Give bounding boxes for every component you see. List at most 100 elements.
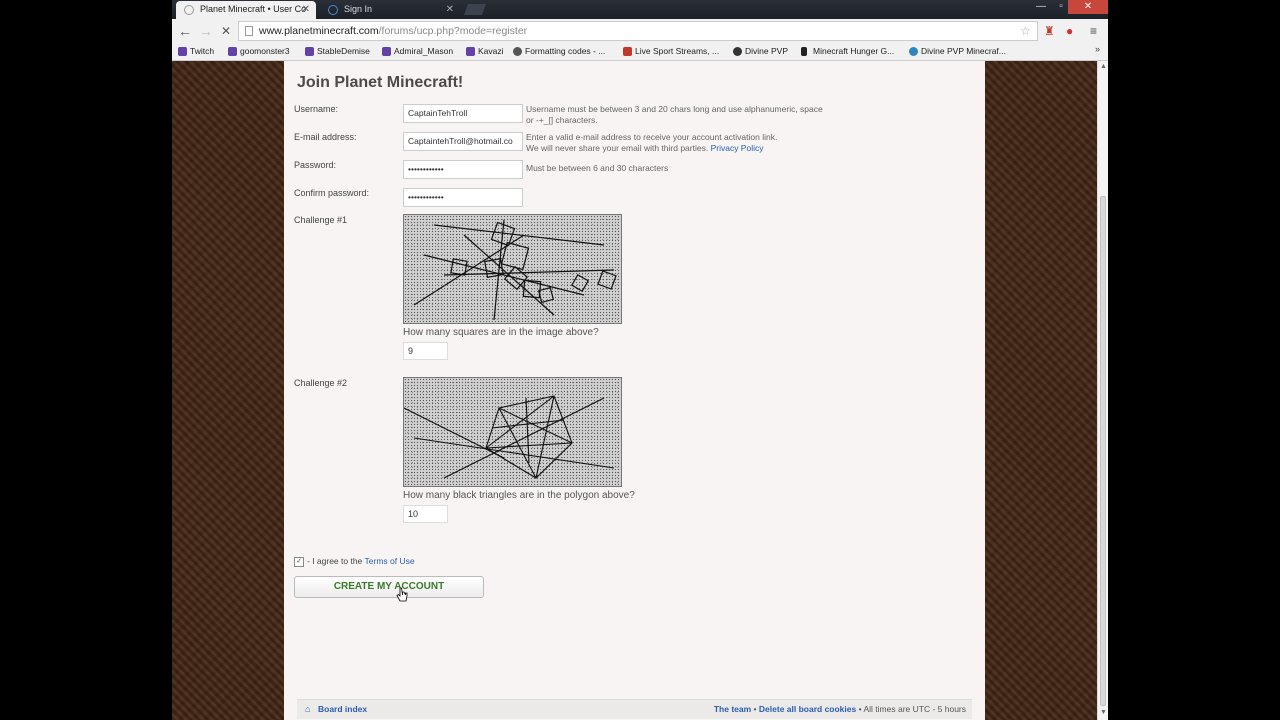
bookmark-admiral-mason[interactable]: Admiral_Mason xyxy=(382,45,453,57)
terms-checkbox[interactable]: ✓ xyxy=(294,556,304,567)
vertical-scrollbar[interactable]: ▲ ▼ xyxy=(1097,61,1108,720)
page-title: Join Planet Minecraft! xyxy=(297,74,464,91)
menu-icon[interactable]: ≡ xyxy=(1090,24,1097,38)
hand-cursor-icon xyxy=(396,587,408,602)
bookmarks-overflow-chevron[interactable]: » xyxy=(1095,44,1100,54)
bookmark-label: Formatting codes - ... xyxy=(525,46,606,56)
email-hint-line1: Enter a valid e-mail address to receive … xyxy=(526,132,778,142)
loading-icon xyxy=(184,5,194,15)
footer-links: The team • Delete all board cookies • Al… xyxy=(714,700,966,719)
bookmark-label: Live Sport Streams, ... xyxy=(635,46,720,56)
bookmark-stabledemise[interactable]: StableDemise xyxy=(305,45,370,57)
terms-text: - I agree to the xyxy=(307,556,363,566)
close-tab-icon[interactable]: ✕ xyxy=(446,1,454,18)
page-viewport: Join Planet Minecraft! Username: Captain… xyxy=(172,61,1108,720)
password-label: Password: xyxy=(294,160,337,170)
create-account-button[interactable]: CREATE MY ACCOUNT xyxy=(294,576,484,598)
close-tab-icon[interactable]: ✕ xyxy=(302,1,310,18)
challenge2-captcha-image xyxy=(403,377,622,487)
twitch-icon xyxy=(228,47,237,56)
challenge1-answer-input[interactable]: 9 xyxy=(403,342,448,360)
username-label: Username: xyxy=(294,104,339,114)
delete-cookies-link[interactable]: Delete all board cookies xyxy=(759,704,856,714)
register-panel: Join Planet Minecraft! Username: Captain… xyxy=(284,61,985,720)
adblock-icon[interactable]: ● xyxy=(1066,24,1073,38)
bookmark-label: Admiral_Mason xyxy=(394,46,454,56)
password-hint: Must be between 6 and 30 characters xyxy=(526,163,669,173)
board-index-label: Board index xyxy=(318,704,368,714)
twitch-icon xyxy=(305,47,314,56)
challenge2-label: Challenge #2 xyxy=(294,378,348,388)
close-window-button[interactable]: ✕ xyxy=(1068,0,1108,14)
privacy-policy-link[interactable]: Privacy Policy xyxy=(711,143,764,153)
email-label: E-mail address: xyxy=(294,132,357,142)
bookmark-label: StableDemise xyxy=(317,46,370,56)
bookmark-label: Kavazi xyxy=(478,46,504,56)
bookmark-label: Twitch xyxy=(190,46,215,56)
address-bar[interactable]: www.planetminecraft.com/forums/ucp.php?m… xyxy=(238,21,1038,41)
bookmarks-bar: Twitch goomonster3 StableDemise Admiral_… xyxy=(172,43,1108,61)
tab-planet-minecraft[interactable]: Planet Minecraft • User Co ✕ xyxy=(176,1,316,19)
bookmark-label: Divine PVP xyxy=(745,46,788,56)
globe-icon xyxy=(909,47,918,56)
confirm-password-input[interactable]: •••••••••••• xyxy=(403,188,523,207)
browser-toolbar: ← → ✕ www.planetminecraft.com/forums/ucp… xyxy=(172,19,1108,43)
scroll-down-arrow[interactable]: ▼ xyxy=(1100,709,1107,716)
bookmark-label: Divine PVP Minecraf... xyxy=(921,46,1006,56)
timezone-text: All times are UTC - 5 hours xyxy=(863,704,967,714)
email-hint: Enter a valid e-mail address to receive … xyxy=(526,132,777,154)
url-path: /forums/ucp.php?mode=register xyxy=(378,25,528,37)
challenge1-label: Challenge #1 xyxy=(294,215,348,225)
stop-loading-button[interactable]: ✕ xyxy=(221,23,231,39)
bookmark-formatting-codes[interactable]: Formatting codes - ... xyxy=(513,45,605,57)
challenge2-answer-input[interactable]: 10 xyxy=(403,505,448,523)
twitch-icon xyxy=(466,47,475,56)
password-input[interactable]: •••••••••••• xyxy=(403,160,523,179)
footer-separator: • xyxy=(858,704,862,714)
google-icon xyxy=(328,5,338,15)
bookmark-minecraft-hunger-games[interactable]: Minecraft Hunger G... xyxy=(801,45,894,57)
terms-of-use-link[interactable]: Terms of Use xyxy=(365,556,415,566)
star-icon[interactable]: ☆ xyxy=(1020,24,1031,38)
challenge1-question: How many squares are in the image above? xyxy=(403,327,599,338)
minimize-button[interactable]: — xyxy=(1030,0,1052,14)
tab-strip: Planet Minecraft • User Co ✕ Sign In ✕ —… xyxy=(172,0,1108,19)
url-host: www.planetminecraft.com xyxy=(259,25,379,37)
email-hint-line2: We will never share your email with thir… xyxy=(526,143,777,154)
challenge1-captcha-image xyxy=(403,214,622,324)
twitch-icon xyxy=(178,47,187,56)
back-button[interactable]: ← xyxy=(178,23,192,39)
bookmark-label: goomonster3 xyxy=(240,46,290,56)
the-team-link[interactable]: The team xyxy=(714,704,751,714)
forward-button[interactable]: → xyxy=(199,23,213,39)
extension-icon[interactable]: ♜ xyxy=(1044,24,1055,38)
dirt-background-left xyxy=(172,61,284,720)
scrollbar-thumb[interactable] xyxy=(1100,196,1106,706)
bookmark-live-sport-streams[interactable]: Live Sport Streams, ... xyxy=(623,45,719,57)
board-index-link[interactable]: ⌂ Board index xyxy=(305,700,367,719)
new-tab-button[interactable] xyxy=(463,4,487,15)
bookmark-twitch[interactable]: Twitch xyxy=(178,45,214,57)
terms-agreement: ✓ - I agree to the Terms of Use xyxy=(294,556,415,567)
bookmark-kavazi[interactable]: Kavazi xyxy=(466,45,504,57)
tv-icon xyxy=(623,47,632,56)
bookmark-divine-pvp[interactable]: Divine PVP xyxy=(733,45,788,57)
page-icon xyxy=(245,26,253,36)
bookmark-divine-pvp-minecraft[interactable]: Divine PVP Minecraf... xyxy=(909,45,1006,57)
figure-icon xyxy=(801,47,807,56)
bookmark-goomonster3[interactable]: goomonster3 xyxy=(228,45,290,57)
home-icon: ⌂ xyxy=(305,704,311,714)
tab-sign-in[interactable]: Sign In ✕ xyxy=(320,1,460,19)
dirt-background-right xyxy=(985,61,1097,720)
circle-icon xyxy=(733,47,742,56)
gear-icon xyxy=(513,47,522,56)
tab-label: Sign In xyxy=(344,4,373,14)
email-input[interactable]: CaptaintehTroll@hotmail.co xyxy=(403,132,523,151)
bookmark-label: Minecraft Hunger G... xyxy=(813,46,895,56)
browser-window: Planet Minecraft • User Co ✕ Sign In ✕ —… xyxy=(172,0,1108,720)
username-input[interactable]: CaptainTehTroll xyxy=(403,104,523,123)
confirm-password-label: Confirm password: xyxy=(294,188,370,198)
scroll-up-arrow[interactable]: ▲ xyxy=(1100,63,1107,70)
challenge2-question: How many black triangles are in the poly… xyxy=(403,490,635,501)
username-hint: Username must be between 3 and 20 chars … xyxy=(526,104,823,125)
